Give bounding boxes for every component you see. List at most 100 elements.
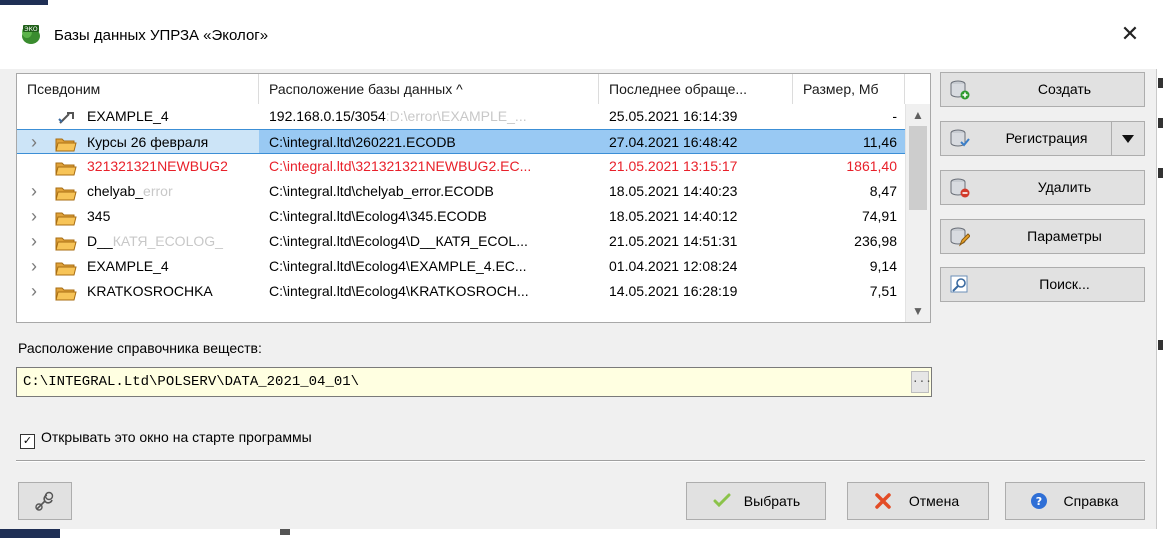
location-cell: C:\integral.ltd\Ecolog4\345.ECODB: [269, 208, 487, 224]
size-cell: -: [892, 108, 897, 124]
startup-checkbox-label: Открывать это окно на старте программы: [41, 429, 312, 445]
size-cell: 9,14: [869, 258, 897, 274]
column-alias[interactable]: Псевдоним: [17, 74, 259, 104]
search-label: Поиск...: [1039, 276, 1090, 292]
size-cell: 1861,40: [846, 158, 897, 174]
folder-open-icon: [55, 234, 77, 251]
last-access-cell: 27.04.2021 16:48:42: [599, 129, 793, 154]
size-cell: 8,47: [869, 183, 897, 199]
alias-text: EXAMPLE_4: [87, 108, 169, 124]
last-access-cell: 18.05.2021 14:40:12: [609, 208, 738, 224]
alias-text: Курсы 26 февраля: [87, 134, 209, 150]
select-button[interactable]: Выбрать: [686, 482, 826, 520]
table-row[interactable]: › D__КАТЯ_ECOLOG_ C:\integral.ltd\Ecolog4\…: [17, 229, 905, 254]
tools-button[interactable]: [18, 482, 72, 520]
last-access-cell: 21.05.2021 13:15:17: [609, 158, 738, 174]
background-edge-right: [1157, 0, 1164, 538]
search-button[interactable]: Поиск...: [940, 267, 1145, 302]
reference-path-input[interactable]: C:\INTEGRAL.Ltd\POLSERV\DATA_2021_04_01\…: [16, 367, 932, 397]
create-label: Создать: [1037, 81, 1092, 97]
wrench-icon: [35, 491, 54, 511]
separator: [16, 460, 1145, 462]
table-row[interactable]: › EXAMPLE_4 C:\integral.ltd\Ecolog4\EXAMPL…: [17, 254, 905, 279]
location-cell: C:\integral.ltd\321321321NEWBUG2.EC...: [269, 158, 532, 174]
alias-text: chelyab_error: [87, 183, 173, 199]
alias-cell: 321321321NEWBUG2: [17, 154, 259, 179]
reference-label: Расположение справочника веществ:: [18, 340, 262, 356]
help-icon: ?: [1031, 493, 1047, 509]
window-title: Базы данных УПРЗА «Эколог»: [54, 27, 269, 44]
column-location[interactable]: Расположение базы данных ^: [259, 74, 599, 104]
create-button[interactable]: Создать: [940, 72, 1145, 107]
alias-text: EXAMPLE_4: [87, 258, 169, 274]
alias-cell: › EXAMPLE_4: [17, 254, 259, 279]
location-cell: C:\integral.ltd\Ecolog4\KRATKOSROCH...: [269, 283, 529, 299]
column-last-access[interactable]: Последнее обраще...: [599, 74, 793, 104]
expand-chevron-icon[interactable]: ›: [31, 130, 45, 153]
table-row[interactable]: › chelyab_error C:\integral.ltd\chelyab_er…: [17, 179, 905, 204]
search-icon: [950, 275, 968, 293]
delete-label: Удалить: [1037, 179, 1092, 195]
location-cell: C:\integral.ltd\260221.ECODB: [259, 129, 599, 154]
help-label: Справка: [1063, 493, 1119, 509]
reference-path-value: C:\INTEGRAL.Ltd\POLSERV\DATA_2021_04_01\: [23, 374, 360, 390]
table-row[interactable]: 321321321NEWBUG2 C:\integral.ltd\32132132…: [17, 154, 905, 179]
alias-cell: › Курсы 26 февраля: [17, 129, 259, 154]
startup-checkbox[interactable]: ✓: [20, 434, 35, 449]
column-size[interactable]: Размер, Мб: [793, 74, 905, 104]
svg-text:ЭКО: ЭКО: [24, 26, 37, 33]
last-access-cell: 14.05.2021 16:28:19: [609, 283, 738, 299]
folder-open-icon: [55, 135, 77, 152]
svg-text:?: ?: [1036, 495, 1042, 508]
eco-app-icon: ЭКО: [22, 25, 40, 44]
alias-text: 345: [87, 208, 111, 224]
expand-chevron-icon[interactable]: ›: [31, 279, 45, 304]
scroll-thumb[interactable]: [909, 126, 927, 210]
folder-open-icon: [55, 259, 77, 276]
expand-chevron-icon[interactable]: ›: [31, 229, 45, 254]
help-button[interactable]: ? Справка: [1005, 482, 1145, 520]
delete-button[interactable]: Удалить: [940, 170, 1145, 205]
cancel-x-icon: [875, 493, 891, 509]
alias-text: 321321321NEWBUG2: [87, 158, 228, 174]
alias-cell: EXAMPLE_4: [17, 104, 259, 129]
location-cell: C:\integral.ltd\chelyab_error.ECODB: [269, 183, 494, 199]
location-cell: 192.168.0.15/3054:D:\error\EXAMPLE_...: [269, 108, 527, 124]
table-row[interactable]: › KRATKOSROCHKA C:\integral.ltd\Ecolog4\KR…: [17, 279, 905, 304]
alias-text: D__КАТЯ_ECOLOG_: [87, 233, 223, 249]
last-access-cell: 18.05.2021 14:40:23: [609, 183, 738, 199]
parameters-label: Параметры: [1027, 228, 1102, 244]
select-label: Выбрать: [743, 493, 801, 509]
link-icon: [55, 109, 77, 124]
cancel-button[interactable]: Отмена: [847, 482, 989, 520]
parameters-button[interactable]: Параметры: [940, 219, 1145, 254]
table-row[interactable]: › Курсы 26 февраля C:\integral.ltd\260221.…: [17, 129, 905, 154]
register-dropdown[interactable]: [1111, 122, 1144, 155]
table-row[interactable]: › 345 C:\integral.ltd\Ecolog4\345.ECODB 18.…: [17, 204, 905, 229]
table-row[interactable]: EXAMPLE_4 192.168.0.15/3054:D:\error\EXAM…: [17, 104, 905, 129]
db-edit-icon: [950, 227, 970, 247]
register-label: Регистрация: [1005, 130, 1088, 146]
browse-button[interactable]: ...: [911, 371, 932, 393]
location-cell: C:\integral.ltd\Ecolog4\D__КАТЯ_ECOL...: [269, 233, 528, 249]
db-add-icon: [950, 80, 970, 100]
startup-checkbox-row[interactable]: ✓ Открывать это окно на старте программы: [20, 427, 312, 449]
background-strip-bottom: [0, 529, 1164, 538]
close-icon: ✕: [1120, 21, 1140, 46]
db-delete-icon: [950, 178, 970, 198]
close-button[interactable]: ✕: [1112, 19, 1148, 49]
expand-chevron-icon[interactable]: ›: [31, 254, 45, 279]
background-strip-top: [0, 0, 1164, 7]
expand-chevron-icon[interactable]: ›: [31, 204, 45, 229]
db-register-icon: [950, 129, 970, 147]
database-grid[interactable]: Псевдоним Расположение базы данных ^ Пос…: [16, 73, 931, 323]
grid-vertical-scrollbar[interactable]: ▲ ▼: [905, 104, 930, 322]
scroll-up-icon[interactable]: ▲: [909, 106, 927, 124]
expand-chevron-icon[interactable]: ›: [31, 179, 45, 204]
last-access-cell: 01.04.2021 12:08:24: [609, 258, 738, 274]
folder-open-icon: [55, 184, 77, 201]
scroll-down-icon[interactable]: ▼: [909, 302, 927, 320]
alias-cell: › D__КАТЯ_ECOLOG_: [17, 229, 259, 254]
register-button[interactable]: Регистрация: [940, 121, 1145, 156]
alias-cell: › chelyab_error: [17, 179, 259, 204]
